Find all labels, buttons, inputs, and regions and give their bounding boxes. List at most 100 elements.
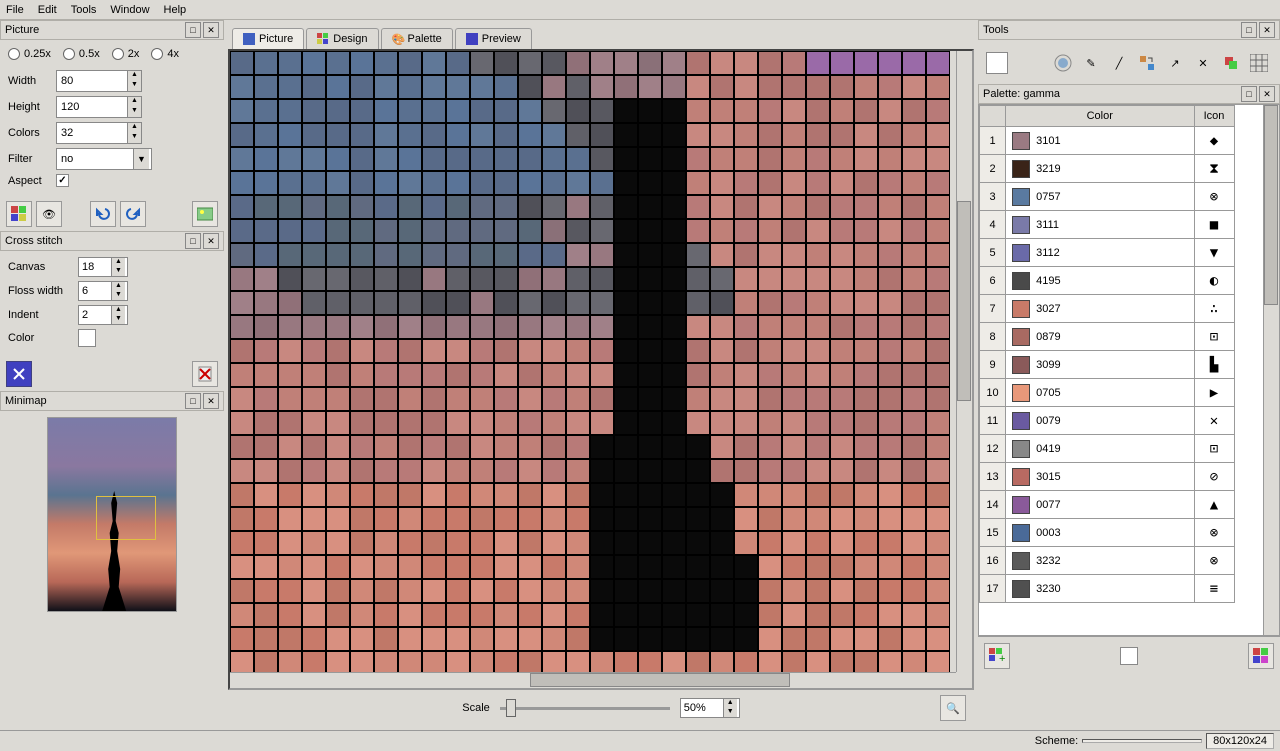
delete-tool-icon[interactable] [192,361,218,387]
palette-row[interactable]: 2 3219 ⧗ [980,155,1263,183]
colors-down[interactable]: ▼ [128,133,141,143]
aspect-checkbox[interactable]: ✓ [56,174,69,187]
palette-row[interactable]: 12 0419 ⊡ [980,435,1263,463]
svg-text:+: + [999,653,1005,664]
scale-slider[interactable] [500,707,670,710]
palette-row[interactable]: 8 0879 ⊡ [980,323,1263,351]
palette-icon-header[interactable]: Icon [1194,106,1234,127]
palette-row[interactable]: 6 4195 ◐ [980,267,1263,295]
width-up[interactable]: ▲ [128,71,141,81]
eye-tool-icon[interactable]: 👁 [36,201,62,227]
palette-row[interactable]: 11 0079 ✕ [980,407,1263,435]
palette-row[interactable]: 17 3230 ≡ [980,575,1263,603]
width-input[interactable] [57,72,127,90]
palette-row[interactable]: 15 0003 ⊗ [980,519,1263,547]
fill-icon[interactable] [1218,50,1244,76]
picture-panel-undock[interactable]: □ [185,22,201,38]
footer-palette-button[interactable] [1248,643,1274,669]
color-wheel-icon[interactable] [1050,50,1076,76]
picture-panel-close[interactable]: ✕ [203,22,219,38]
colors-input[interactable] [57,124,127,142]
grid-icon[interactable] [1246,50,1272,76]
image-tool-icon[interactable] [192,201,218,227]
eraser-icon[interactable]: ✕ [1190,50,1216,76]
palette-panel-header: Palette: gamma □ ✕ [978,84,1280,104]
scale-slider-thumb[interactable] [506,699,516,717]
palette-row[interactable]: 9 3099 ▙ [980,351,1263,379]
horizontal-scroll-thumb[interactable] [530,673,790,687]
preview-tool-icon[interactable] [6,361,32,387]
palette-row[interactable]: 14 0077 ▲ [980,491,1263,519]
menu-tools[interactable]: Tools [71,4,97,16]
cross-panel-header: Cross stitch □ ✕ [0,231,224,251]
horizontal-scrollbar[interactable] [230,672,956,688]
vertical-scroll-thumb[interactable] [957,201,971,401]
palette-row[interactable]: 1 3101 ◆ [980,127,1263,155]
palette-tool-icon[interactable] [6,201,32,227]
cross-color-swatch[interactable] [78,329,96,347]
palette-row[interactable]: 4 3111 ■ [980,211,1263,239]
scale-label: Scale [462,702,490,714]
eyedropper-icon[interactable]: ↗ [1162,50,1188,76]
zoom-025-radio[interactable] [8,48,20,60]
redo-button[interactable] [120,201,146,227]
palette-panel-close[interactable]: ✕ [1259,86,1275,102]
minimap-panel-close[interactable]: ✕ [203,393,219,409]
tab-design[interactable]: Design [306,28,378,49]
tab-picture[interactable]: Picture [232,28,304,49]
undo-button[interactable] [90,201,116,227]
height-down[interactable]: ▼ [128,107,141,117]
palette-row[interactable]: 16 3232 ⊗ [980,547,1263,575]
current-color-swatch[interactable] [986,52,1008,74]
palette-row[interactable]: 5 3112 ▼ [980,239,1263,267]
canvas-input[interactable] [79,258,111,276]
minimap-viewport[interactable] [96,496,156,540]
menu-help[interactable]: Help [164,4,187,16]
indent-input[interactable] [79,306,111,324]
floss-input[interactable] [79,282,111,300]
minimap-panel-header: Minimap □ ✕ [0,391,224,411]
filter-combo-arrow[interactable]: ▼ [133,149,149,169]
minimap-panel-undock[interactable]: □ [185,393,201,409]
zoom-2-radio[interactable] [112,48,124,60]
add-color-button[interactable]: + [984,643,1010,669]
height-input[interactable] [57,98,127,116]
status-bar: Scheme: 80x120x24 [0,730,1280,750]
zoom-fit-button[interactable]: 🔍 [940,695,966,721]
brush-icon[interactable]: ╱ [1106,50,1132,76]
palette-color-header[interactable]: Color [1006,106,1195,127]
pencil-icon[interactable]: ✎ [1078,50,1104,76]
scale-input[interactable] [681,699,723,717]
tools-panel-undock[interactable]: □ [1241,22,1257,38]
swap-colors-icon[interactable] [1134,50,1160,76]
palette-panel-undock[interactable]: □ [1241,86,1257,102]
footer-color-swatch[interactable] [1120,647,1138,665]
cross-panel-title: Cross stitch [5,235,183,247]
palette-row[interactable]: 13 3015 ⊘ [980,463,1263,491]
palette-table: Color Icon 1 3101 ◆ 2 3219 ⧗ 3 0757 ⊗ 4 … [979,105,1263,603]
pixel-canvas[interactable] [230,51,940,659]
tab-palette[interactable]: 🎨Palette [381,28,453,49]
dims-field: 80x120x24 [1206,733,1274,749]
canvas-area[interactable] [228,49,974,690]
palette-scrollbar[interactable] [1263,105,1279,635]
zoom-05-radio[interactable] [63,48,75,60]
filter-combo[interactable] [57,150,133,168]
menu-window[interactable]: Window [110,4,149,16]
tab-preview[interactable]: Preview [455,28,532,49]
menu-file[interactable]: File [6,4,24,16]
minimap-image[interactable] [47,417,177,612]
cross-panel-close[interactable]: ✕ [203,233,219,249]
colors-up[interactable]: ▲ [128,123,141,133]
palette-row[interactable]: 7 3027 ∴ [980,295,1263,323]
vertical-scrollbar[interactable] [956,51,972,672]
palette-row[interactable]: 10 0705 ▶ [980,379,1263,407]
palette-row[interactable]: 3 0757 ⊗ [980,183,1263,211]
tools-panel-close[interactable]: ✕ [1259,22,1275,38]
width-down[interactable]: ▼ [128,81,141,91]
height-up[interactable]: ▲ [128,97,141,107]
picture-panel-body: 0.25x 0.5x 2x 4x Width ▲▼ Height ▲▼ Colo… [0,40,224,197]
cross-panel-undock[interactable]: □ [185,233,201,249]
zoom-4-radio[interactable] [151,48,163,60]
menu-edit[interactable]: Edit [38,4,57,16]
